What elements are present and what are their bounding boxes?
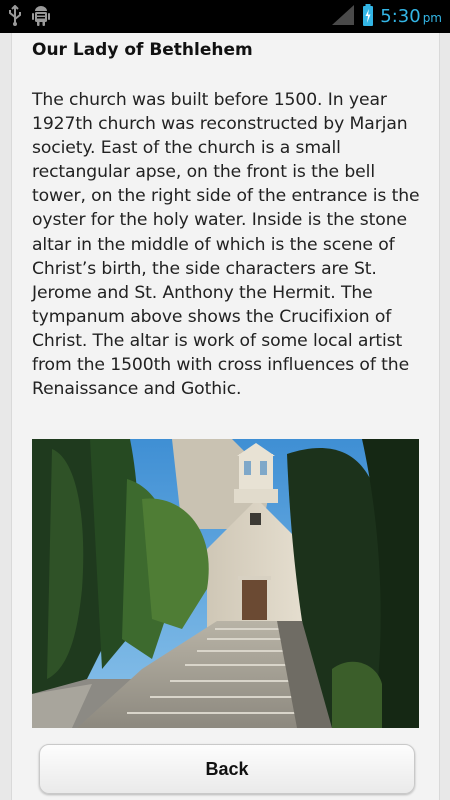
battery-charging-icon <box>362 3 374 31</box>
page-title: Our Lady of Bethlehem <box>32 40 253 60</box>
back-button[interactable]: Back <box>39 744 415 794</box>
clock-time: 5:30 <box>380 5 421 27</box>
signal-icon <box>330 3 356 31</box>
status-bar-left <box>8 4 50 31</box>
article-body: The church was built before 1500. In yea… <box>32 90 420 400</box>
clock-ampm: pm <box>422 10 442 25</box>
back-button-label: Back <box>205 758 249 779</box>
church-photo <box>32 439 419 728</box>
status-bar-right: 5:30 pm <box>330 3 442 31</box>
clock: 5:30 pm <box>380 4 442 31</box>
usb-icon <box>8 4 22 31</box>
content-card: Our Lady of Bethlehem The church was bui… <box>11 33 440 800</box>
android-debug-icon <box>32 5 50 31</box>
status-bar: 5:30 pm <box>0 0 450 33</box>
